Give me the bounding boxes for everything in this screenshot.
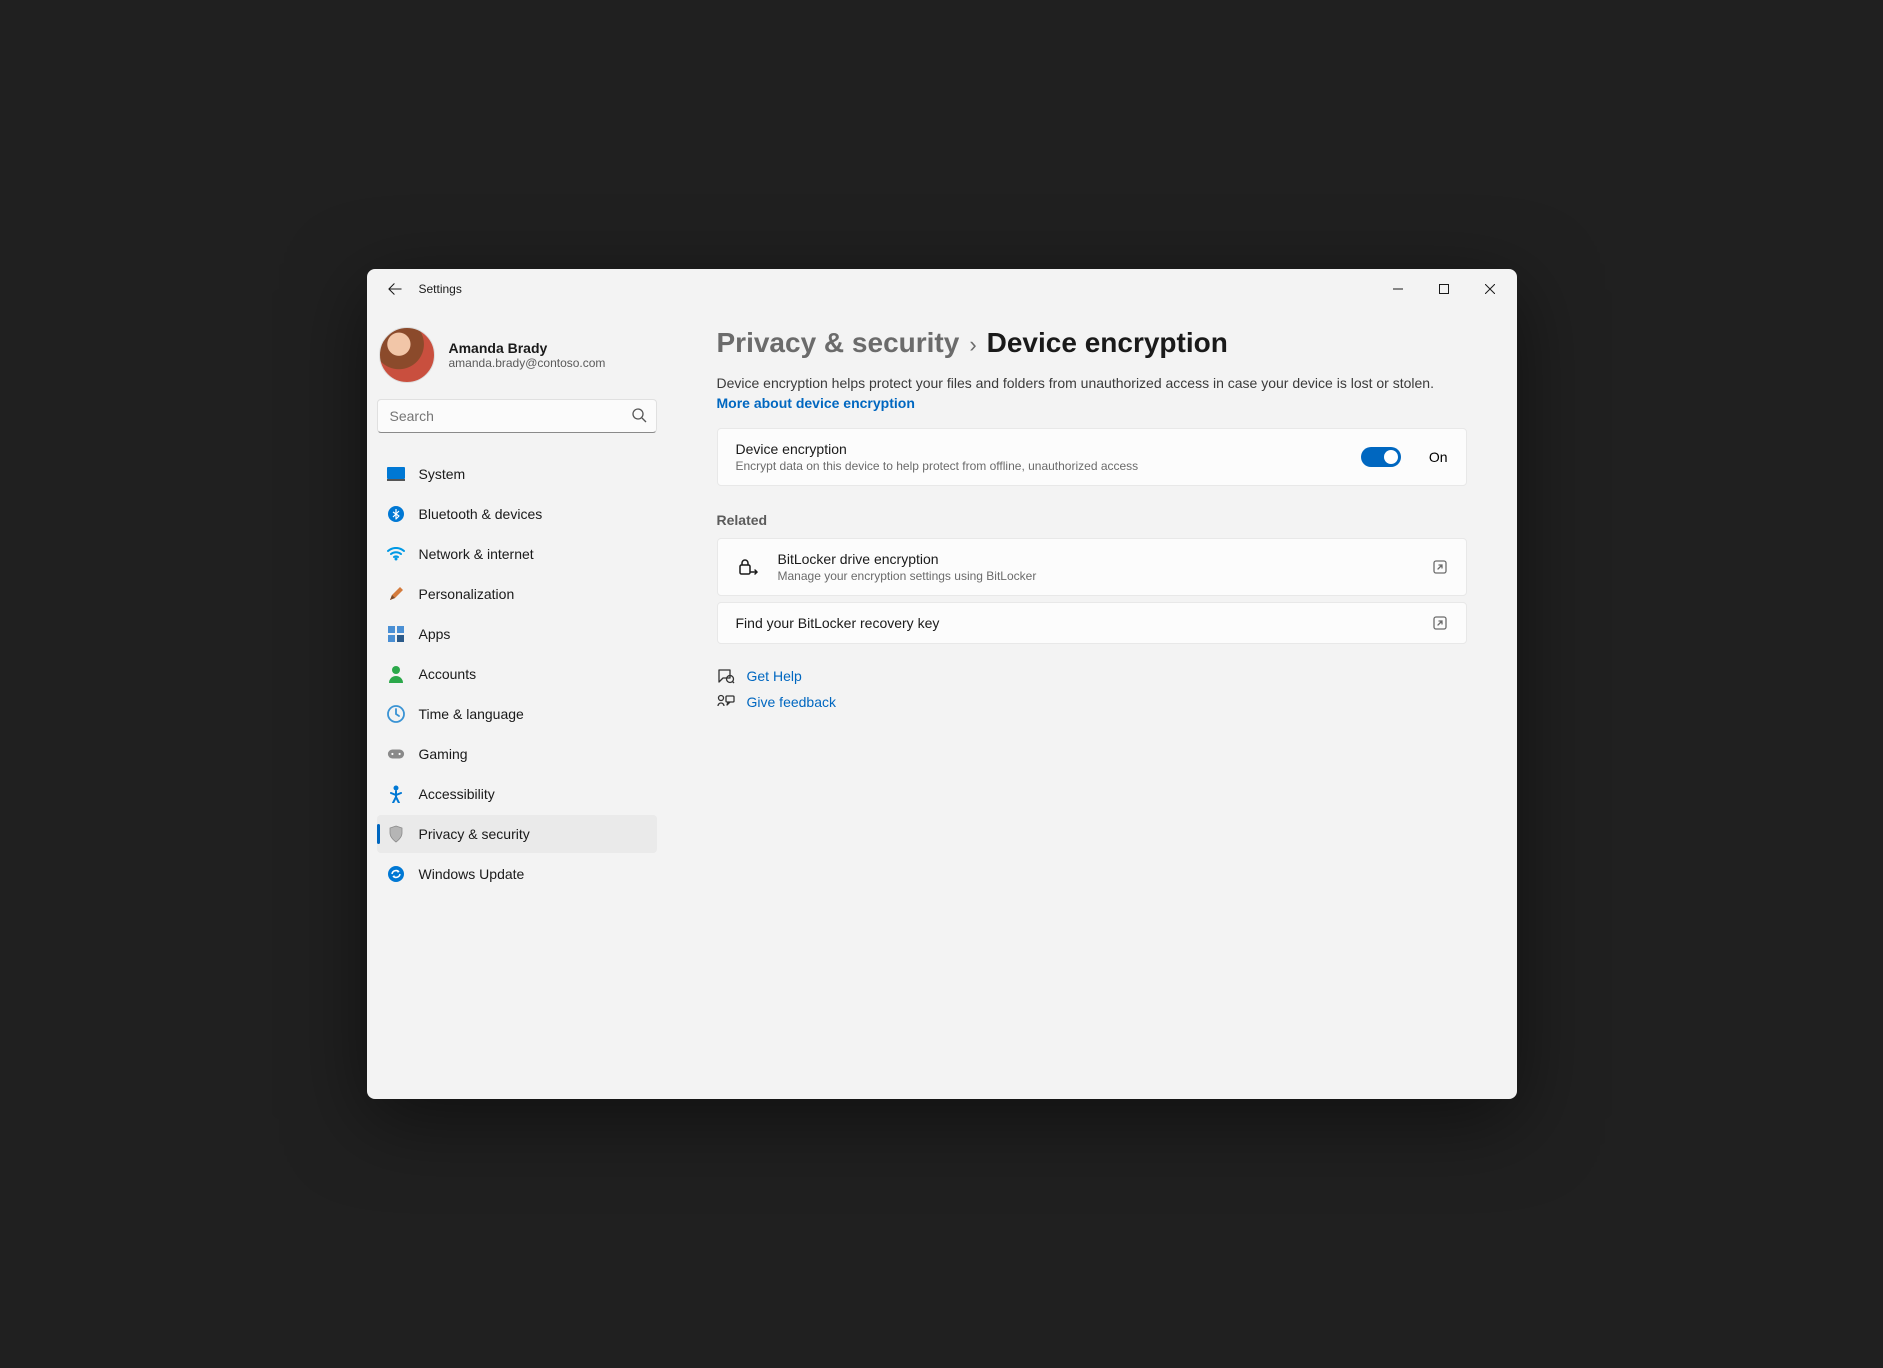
minimize-button[interactable] bbox=[1375, 269, 1421, 309]
update-icon bbox=[387, 865, 405, 883]
apps-icon bbox=[387, 625, 405, 643]
sidebar-item-label: Time & language bbox=[419, 706, 524, 722]
learn-more-link[interactable]: More about device encryption bbox=[717, 395, 915, 411]
user-name: Amanda Brady bbox=[449, 340, 606, 356]
open-external-icon bbox=[1432, 559, 1448, 575]
person-icon bbox=[387, 665, 405, 683]
wifi-icon bbox=[387, 545, 405, 563]
lock-drive-icon bbox=[736, 557, 760, 577]
nav-list: System Bluetooth & devices Network & int… bbox=[377, 455, 657, 893]
close-button[interactable] bbox=[1467, 269, 1513, 309]
accessibility-icon bbox=[387, 785, 405, 803]
card-subtitle: Encrypt data on this device to help prot… bbox=[736, 459, 1343, 473]
card-title: Find your BitLocker recovery key bbox=[736, 615, 1414, 631]
search-box bbox=[377, 399, 657, 433]
maximize-icon bbox=[1439, 284, 1449, 294]
device-encryption-card: Device encryption Encrypt data on this d… bbox=[717, 428, 1467, 486]
card-title: Device encryption bbox=[736, 441, 1343, 457]
settings-window: Settings Amanda Brady amanda.brady@conto… bbox=[367, 269, 1517, 1099]
open-external-icon bbox=[1432, 615, 1448, 631]
sidebar-item-system[interactable]: System bbox=[377, 455, 657, 493]
sidebar-item-privacy-security[interactable]: Privacy & security bbox=[377, 815, 657, 853]
sidebar-item-label: Privacy & security bbox=[419, 826, 530, 842]
sidebar-item-label: Accounts bbox=[419, 666, 477, 682]
card-title: BitLocker drive encryption bbox=[778, 551, 1414, 567]
paintbrush-icon bbox=[387, 585, 405, 603]
feedback-icon bbox=[717, 694, 735, 710]
shield-icon bbox=[387, 825, 405, 843]
search-icon bbox=[631, 407, 647, 423]
sidebar-item-label: Apps bbox=[419, 626, 451, 642]
sidebar-item-accounts[interactable]: Accounts bbox=[377, 655, 657, 693]
give-feedback-link[interactable]: Give feedback bbox=[717, 694, 1467, 710]
find-recovery-key-card[interactable]: Find your BitLocker recovery key bbox=[717, 602, 1467, 644]
sidebar-item-label: Personalization bbox=[419, 586, 515, 602]
sidebar-item-label: Bluetooth & devices bbox=[419, 506, 543, 522]
system-icon bbox=[387, 465, 405, 483]
sidebar-item-label: Gaming bbox=[419, 746, 468, 762]
back-button[interactable] bbox=[381, 282, 409, 296]
help-links: Get Help Give feedback bbox=[717, 668, 1467, 710]
sidebar: Amanda Brady amanda.brady@contoso.com Sy… bbox=[367, 309, 667, 1099]
sidebar-item-label: System bbox=[419, 466, 466, 482]
clock-globe-icon bbox=[387, 705, 405, 723]
maximize-button[interactable] bbox=[1421, 269, 1467, 309]
bitlocker-drive-encryption-card[interactable]: BitLocker drive encryption Manage your e… bbox=[717, 538, 1467, 596]
sidebar-item-label: Accessibility bbox=[419, 786, 495, 802]
breadcrumb-parent[interactable]: Privacy & security bbox=[717, 327, 960, 359]
sidebar-item-windows-update[interactable]: Windows Update bbox=[377, 855, 657, 893]
get-help-link[interactable]: Get Help bbox=[717, 668, 1467, 684]
page-title: Device encryption bbox=[987, 327, 1228, 359]
bluetooth-icon bbox=[387, 505, 405, 523]
sidebar-item-gaming[interactable]: Gaming bbox=[377, 735, 657, 773]
encryption-toggle[interactable] bbox=[1361, 447, 1401, 467]
minimize-icon bbox=[1393, 284, 1403, 294]
sidebar-item-network[interactable]: Network & internet bbox=[377, 535, 657, 573]
sidebar-item-personalization[interactable]: Personalization bbox=[377, 575, 657, 613]
titlebar: Settings bbox=[367, 269, 1517, 309]
breadcrumb: Privacy & security › Device encryption bbox=[717, 327, 1467, 359]
search-input[interactable] bbox=[377, 399, 657, 433]
window-title: Settings bbox=[419, 282, 462, 296]
profile-block[interactable]: Amanda Brady amanda.brady@contoso.com bbox=[377, 319, 657, 399]
avatar bbox=[379, 327, 435, 383]
sidebar-item-accessibility[interactable]: Accessibility bbox=[377, 775, 657, 813]
sidebar-item-label: Network & internet bbox=[419, 546, 534, 562]
sidebar-item-apps[interactable]: Apps bbox=[377, 615, 657, 653]
chevron-right-icon: › bbox=[969, 332, 976, 358]
sidebar-item-label: Windows Update bbox=[419, 866, 525, 882]
page-description: Device encryption helps protect your fil… bbox=[717, 373, 1467, 414]
arrow-left-icon bbox=[388, 282, 402, 296]
user-email: amanda.brady@contoso.com bbox=[449, 356, 606, 370]
help-icon bbox=[717, 668, 735, 684]
main-content: Privacy & security › Device encryption D… bbox=[667, 309, 1517, 1099]
sidebar-item-time-language[interactable]: Time & language bbox=[377, 695, 657, 733]
sidebar-item-bluetooth[interactable]: Bluetooth & devices bbox=[377, 495, 657, 533]
related-heading: Related bbox=[717, 512, 1467, 528]
close-icon bbox=[1485, 284, 1495, 294]
gamepad-icon bbox=[387, 745, 405, 763]
toggle-state-label: On bbox=[1429, 449, 1448, 465]
card-subtitle: Manage your encryption settings using Bi… bbox=[778, 569, 1414, 583]
